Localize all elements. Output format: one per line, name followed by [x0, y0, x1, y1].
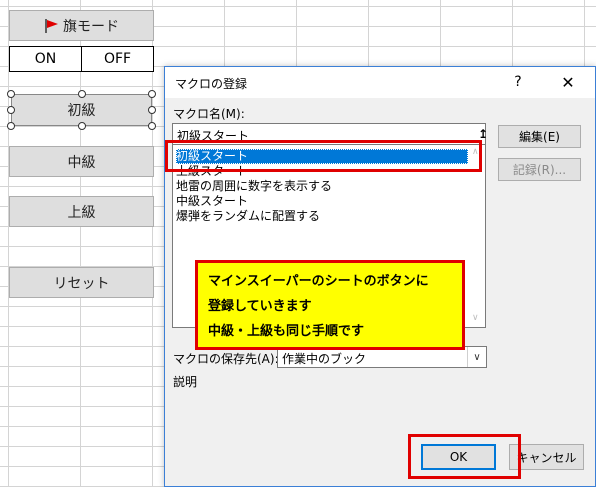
reset-label: リセット [53, 275, 110, 292]
dialog-title: マクロの登録 [175, 77, 248, 91]
record-button[interactable]: 記録(R)... [498, 158, 581, 181]
annotation-line-3: 中級・上級も同じ手順です [208, 324, 365, 339]
red-flag-icon [45, 18, 58, 33]
advanced-button[interactable]: 上級 [9, 196, 154, 227]
edit-button[interactable]: 編集(E) [498, 125, 581, 148]
flag-mode-button[interactable]: 旗モード [9, 10, 154, 41]
annotation-callout: マインスイーパーのシートのボタンに 登録していきます 中級・上級も同じ手順です [195, 260, 465, 350]
macro-list-item[interactable]: 中級スタート [176, 194, 248, 209]
cancel-label: キャンセル [516, 450, 577, 465]
resize-handle-bottom-right[interactable] [148, 122, 156, 130]
resize-handle-bottom-left[interactable] [7, 122, 15, 130]
toggle-off-cell[interactable]: OFF [81, 47, 153, 71]
store-in-value: 作業中のブック [282, 352, 367, 366]
resize-handle-left[interactable] [7, 106, 15, 114]
macro-list-item[interactable]: 爆弾をランダムに配置する [176, 209, 320, 224]
close-icon[interactable]: ✕ [553, 71, 583, 93]
highlight-selected-macro [165, 140, 482, 172]
resize-handle-top-right[interactable] [148, 90, 156, 98]
reset-button[interactable]: リセット [9, 267, 154, 298]
intermediate-button[interactable]: 中級 [9, 146, 154, 177]
macro-list-item[interactable]: 地雷の周囲に数字を表示する [176, 179, 332, 194]
annotation-line-1: マインスイーパーのシートのボタンに [208, 274, 429, 289]
scroll-down-icon[interactable]: ∨ [472, 313, 479, 323]
annotation-line-2: 登録していきます [208, 299, 312, 314]
highlight-ok-button [408, 434, 521, 479]
toggle-on-cell[interactable]: ON [10, 47, 81, 71]
dialog-titlebar: マクロの登録 ? ✕ [165, 67, 595, 98]
store-in-label: マクロの保存先(A): [173, 352, 279, 366]
intermediate-label: 中級 [67, 154, 96, 171]
resize-handle-top[interactable] [78, 90, 86, 98]
description-label: 説明 [173, 375, 198, 389]
resize-handle-bottom[interactable] [78, 122, 86, 130]
edit-label: 編集(E) [519, 130, 560, 144]
on-off-toggle: ON OFF [9, 46, 154, 72]
resize-handle-right[interactable] [148, 106, 156, 114]
listbox-scrollbar[interactable]: ∧ ∨ [469, 145, 485, 326]
advanced-label: 上級 [67, 204, 96, 221]
flag-mode-label: 旗モード [63, 18, 119, 35]
resize-handle-top-left[interactable] [7, 90, 15, 98]
macro-name-label: マクロ名(M): [173, 107, 245, 121]
chevron-down-icon[interactable]: ∨ [467, 347, 486, 367]
help-button[interactable]: ? [503, 71, 533, 93]
record-label: 記録(R)... [512, 163, 567, 177]
